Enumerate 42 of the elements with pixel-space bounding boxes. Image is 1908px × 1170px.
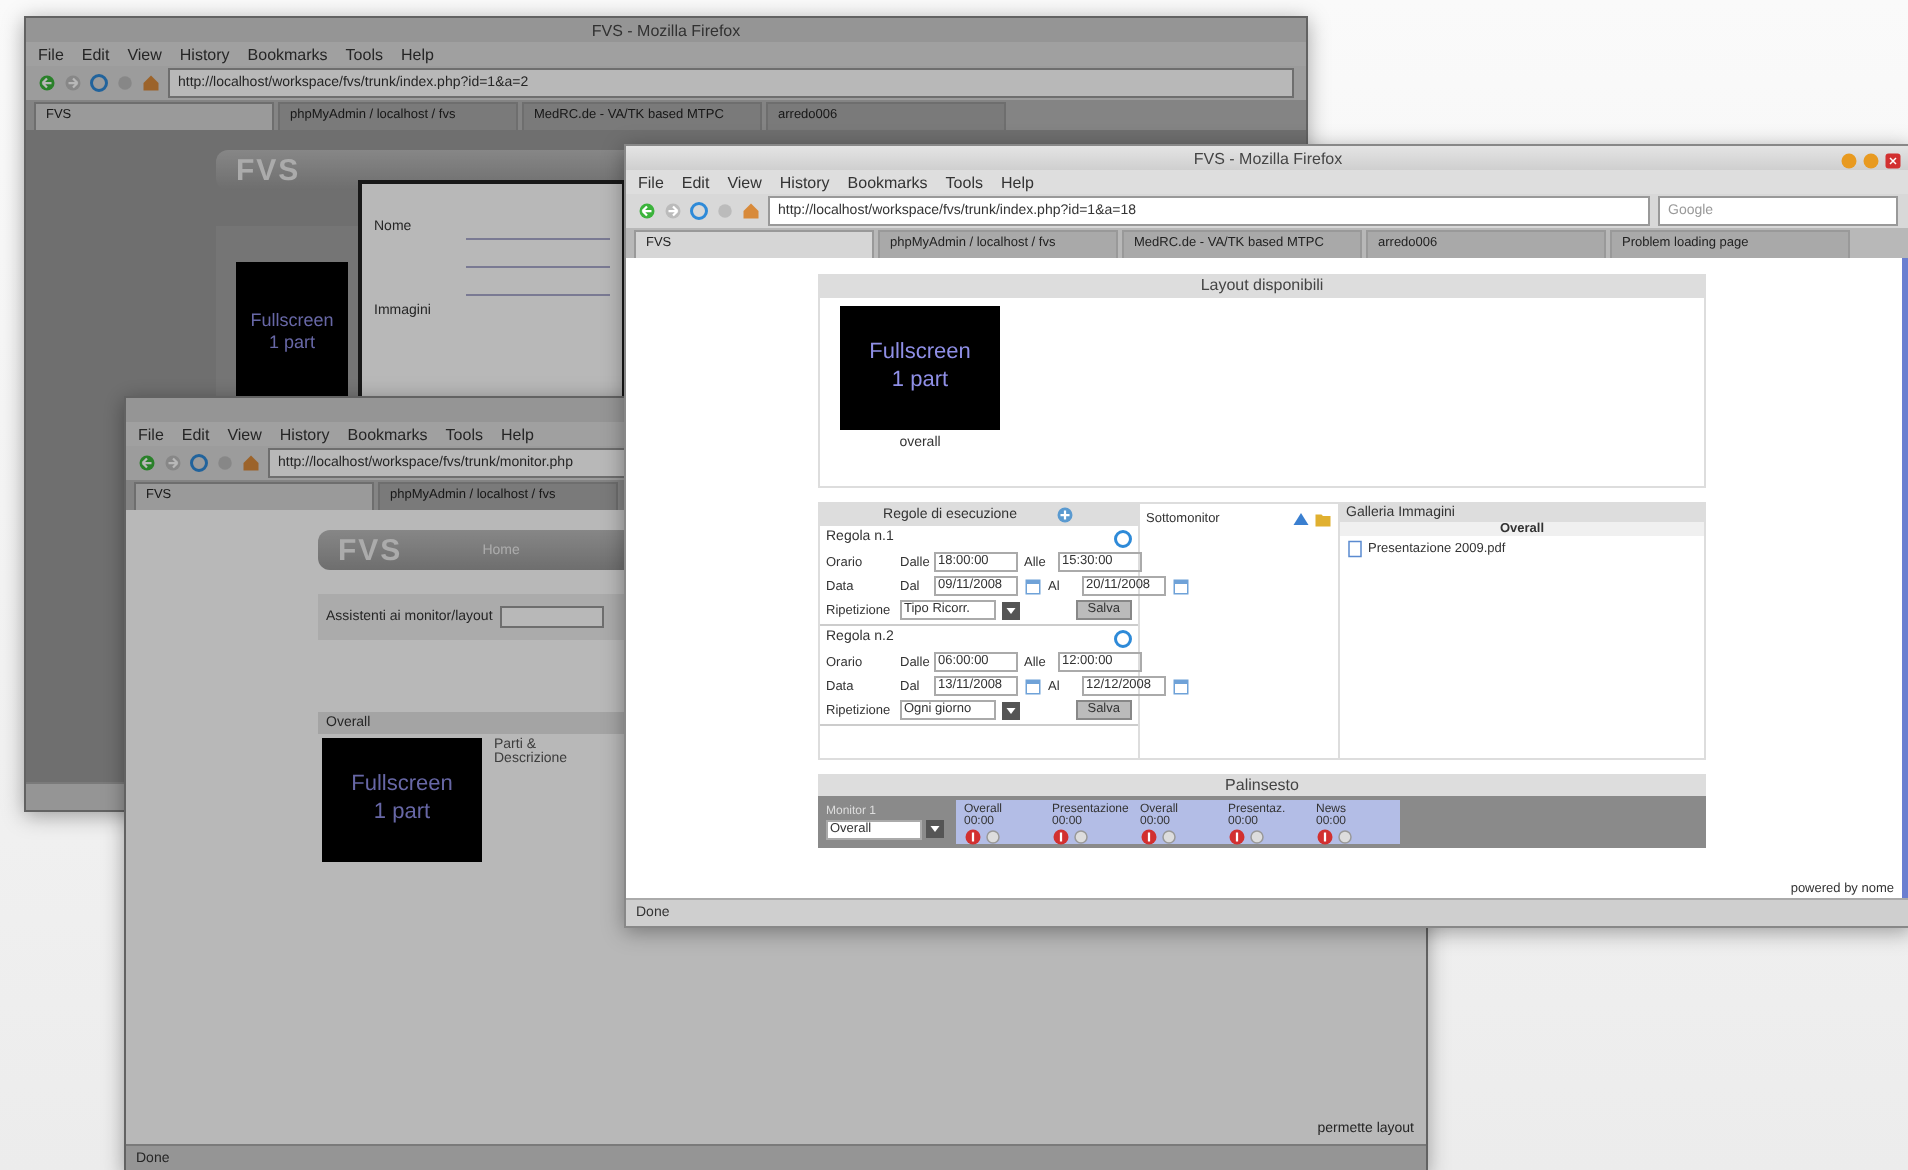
window-title: FVS - Mozilla Firefox: [1193, 149, 1343, 167]
panel-header: Layout disponibili: [818, 274, 1706, 296]
circle-icon[interactable]: [984, 828, 1002, 846]
calendar-icon[interactable]: [1172, 577, 1190, 595]
file-icon: [1346, 540, 1364, 558]
calendar-icon[interactable]: [1024, 577, 1042, 595]
dropdown-arrow-icon[interactable]: [1002, 601, 1020, 619]
circle-icon[interactable]: [1336, 828, 1354, 846]
layout-thumbnail[interactable]: Fullscreen 1 part: [236, 262, 348, 402]
calendar-icon[interactable]: [1024, 677, 1042, 695]
dropdown-arrow-icon[interactable]: [926, 820, 944, 838]
circle-icon[interactable]: [1248, 828, 1266, 846]
menu-item[interactable]: Tools: [945, 173, 983, 191]
remove-icon[interactable]: [1140, 828, 1158, 846]
add-icon[interactable]: [1056, 506, 1075, 524]
up-arrow-icon[interactable]: [1292, 510, 1310, 528]
forward-icon[interactable]: [664, 202, 682, 220]
close-icon[interactable]: [1884, 152, 1902, 170]
layout-thumbnail[interactable]: Fullscreen 1 part: [840, 306, 1000, 430]
back-icon[interactable]: [638, 202, 656, 220]
scrollbar[interactable]: [1902, 258, 1908, 898]
window-title: FVS - Mozilla Firefox: [591, 21, 741, 39]
calendar-icon[interactable]: [1172, 677, 1190, 695]
remove-icon[interactable]: [1316, 828, 1334, 846]
menu-item[interactable]: Help: [1000, 173, 1034, 191]
circle-icon[interactable]: [1072, 828, 1090, 846]
menu-item[interactable]: File: [638, 173, 664, 191]
menu-item[interactable]: View: [727, 173, 762, 191]
home-icon[interactable]: [742, 202, 760, 220]
menu-item[interactable]: History: [779, 173, 830, 191]
input-field[interactable]: [500, 606, 605, 628]
reload-icon[interactable]: [690, 202, 708, 220]
menu-item[interactable]: Edit: [681, 173, 710, 191]
panel-header: Palinsesto: [818, 774, 1706, 796]
remove-icon[interactable]: [964, 828, 982, 846]
minimize-icon[interactable]: [1840, 152, 1858, 170]
circle-icon[interactable]: [1160, 828, 1178, 846]
remove-icon[interactable]: [1228, 828, 1246, 846]
stop-icon[interactable]: [716, 202, 734, 220]
dropdown-arrow-icon[interactable]: [1002, 701, 1020, 719]
menu-item[interactable]: Bookmarks: [847, 173, 928, 191]
remove-icon[interactable]: [1052, 828, 1070, 846]
